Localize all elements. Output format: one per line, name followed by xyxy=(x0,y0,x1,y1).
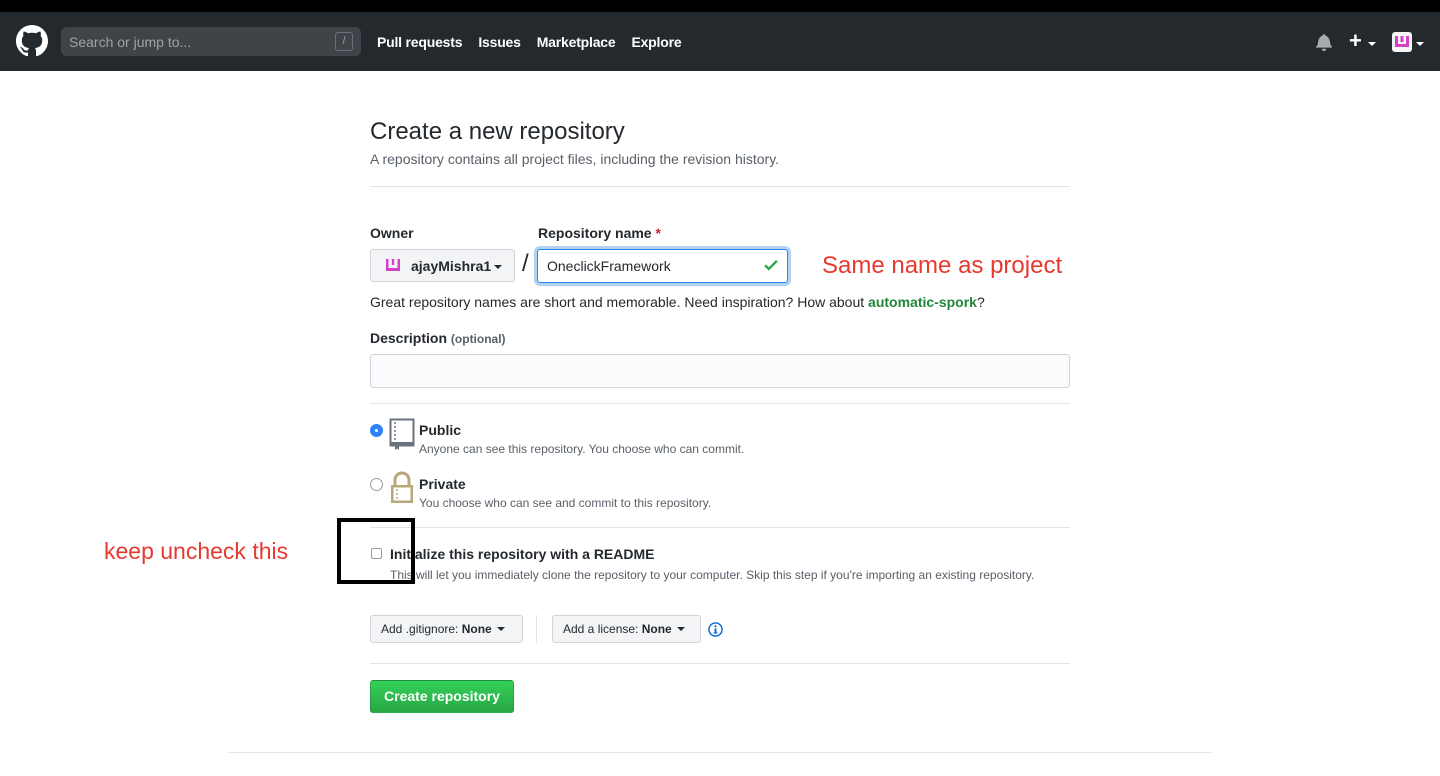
plus-dropdown-caret-icon[interactable] xyxy=(1368,42,1376,46)
owner-select[interactable]: ajayMishra1 xyxy=(370,249,515,282)
nav-explore[interactable]: Explore xyxy=(631,34,681,50)
github-logo-icon[interactable] xyxy=(16,25,48,57)
gitignore-label: Add .gitignore: xyxy=(381,622,459,636)
license-select[interactable]: Add a license: None xyxy=(552,615,701,643)
nav-issues[interactable]: Issues xyxy=(478,34,521,50)
divider xyxy=(370,186,1070,187)
annotation-keep-uncheck: keep uncheck this xyxy=(104,538,289,564)
window-top-strip xyxy=(0,0,1440,12)
repo-name-label: Repository name * xyxy=(538,225,661,241)
divider xyxy=(370,403,1070,404)
hint-suffix: ? xyxy=(976,294,985,310)
page-subtitle: A repository contains all project files,… xyxy=(370,151,780,167)
visibility-public-title: Public xyxy=(419,422,462,438)
page-title: Create a new repository xyxy=(370,118,625,145)
search-input[interactable]: Search or jump to... / xyxy=(61,27,361,56)
owner-repo-separator: / xyxy=(522,250,529,277)
readme-desc: This will let you immediately clone the … xyxy=(390,568,1035,582)
search-shortcut-key: / xyxy=(335,32,353,51)
divider xyxy=(536,615,537,643)
bell-icon[interactable] xyxy=(1315,33,1333,51)
description-optional: (optional) xyxy=(450,332,506,346)
readme-title: Initialize this repository with a README xyxy=(390,546,655,562)
search-placeholder: Search or jump to... xyxy=(69,34,192,50)
description-label: Description (optional) xyxy=(370,330,506,346)
owner-avatar-icon xyxy=(386,259,400,271)
site-header: Search or jump to... / Pull requests Iss… xyxy=(0,12,1440,71)
required-mark: * xyxy=(655,225,661,241)
valid-check-icon xyxy=(764,259,778,271)
owner-name: ajayMishra1 xyxy=(411,258,492,274)
divider xyxy=(370,663,1070,664)
description-label-text: Description xyxy=(370,330,448,346)
license-value: None xyxy=(641,622,672,636)
owner-label: Owner xyxy=(370,225,414,241)
lock-icon xyxy=(391,471,413,503)
owner-caret-icon xyxy=(494,265,502,269)
annotation-same-name: Same name as project xyxy=(822,252,1063,279)
repo-name-label-text: Repository name xyxy=(538,225,652,241)
annotation-highlight-box xyxy=(337,518,415,584)
license-caret-icon xyxy=(677,627,686,631)
divider xyxy=(370,527,1070,528)
visibility-private-desc: You choose who can see and commit to thi… xyxy=(419,496,712,510)
avatar-dropdown-caret-icon[interactable] xyxy=(1416,42,1424,46)
gitignore-value: None xyxy=(461,622,492,636)
license-label: Add a license: xyxy=(563,622,639,636)
visibility-private-radio[interactable] xyxy=(370,478,383,491)
header-nav: Pull requests Issues Marketplace Explore xyxy=(377,34,682,50)
footer-divider xyxy=(229,752,1211,753)
avatar-icon[interactable] xyxy=(1392,32,1412,52)
description-input[interactable] xyxy=(370,354,1070,388)
repo-name-input[interactable] xyxy=(537,249,788,283)
name-suggestion-link[interactable]: automatic-spork xyxy=(868,294,977,310)
create-repository-button[interactable]: Create repository xyxy=(370,680,514,713)
nav-pull-requests[interactable]: Pull requests xyxy=(377,34,463,50)
visibility-private-title: Private xyxy=(419,476,466,492)
repo-name-hint: Great repository names are short and mem… xyxy=(370,294,985,310)
visibility-public-radio[interactable] xyxy=(370,424,383,437)
gitignore-caret-icon xyxy=(497,627,506,631)
hint-text: Great repository names are short and mem… xyxy=(370,294,869,310)
nav-marketplace[interactable]: Marketplace xyxy=(537,34,616,50)
plus-icon[interactable]: + xyxy=(1349,30,1362,52)
repo-book-icon xyxy=(389,418,415,450)
info-icon[interactable] xyxy=(708,622,723,637)
gitignore-select[interactable]: Add .gitignore: None xyxy=(370,615,523,643)
visibility-public-desc: Anyone can see this repository. You choo… xyxy=(419,442,745,456)
